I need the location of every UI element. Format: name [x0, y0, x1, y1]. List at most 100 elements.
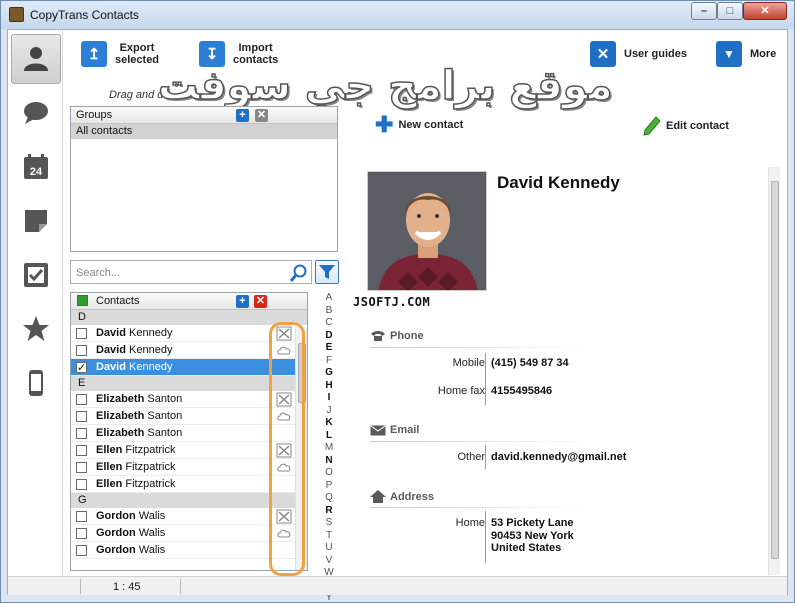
app-window: CopyTrans Contacts – □ ✕ 24 ↥ Export sel… — [0, 0, 795, 603]
plus-icon: ✚ — [375, 112, 394, 137]
star-icon — [23, 316, 49, 341]
alpha-index-letter[interactable]: I — [321, 392, 337, 405]
contact-last-name: Walis — [138, 510, 166, 522]
nav-calendar[interactable]: 24 — [11, 142, 61, 192]
edit-contact-label: Edit contact — [666, 120, 729, 132]
contact-first-name: Gordon — [96, 510, 136, 522]
contact-checkbox[interactable] — [76, 428, 87, 439]
search-icon[interactable] — [289, 263, 309, 283]
nav-contacts[interactable] — [11, 34, 61, 84]
detail-scrollbar[interactable] — [768, 167, 780, 575]
checkbox-task-icon — [24, 263, 48, 287]
maximize-button[interactable]: □ — [717, 2, 743, 20]
app-icon — [9, 7, 24, 22]
contact-first-name: Gordon — [96, 544, 136, 556]
contact-checkbox[interactable] — [76, 445, 87, 456]
detail-scroll-thumb[interactable] — [771, 181, 779, 559]
status-divider-1 — [80, 579, 81, 594]
delete-contact-button[interactable]: ✕ — [254, 295, 267, 308]
mobile-value: (415) 549 87 34 — [491, 357, 569, 369]
contacts-title: Contacts — [96, 295, 140, 307]
alpha-index-letter[interactable]: N — [321, 455, 337, 468]
address-section-title: Address — [370, 490, 434, 503]
email-value[interactable]: david.kennedy@gmail.net — [491, 451, 626, 464]
new-contact-button[interactable]: ✚ New contact — [375, 112, 463, 137]
contact-first-name: David — [96, 327, 126, 339]
filter-icon — [319, 265, 335, 279]
note-icon — [25, 210, 47, 232]
alpha-index-letter[interactable]: S — [321, 517, 337, 530]
address-separator — [485, 511, 486, 563]
minimize-button[interactable]: – — [691, 2, 717, 20]
edit-contact-button[interactable]: Edit contact — [643, 116, 729, 136]
alpha-index-letter[interactable]: O — [321, 467, 337, 480]
alpha-index-letter[interactable]: T — [321, 530, 337, 543]
select-all-checkbox[interactable] — [77, 295, 88, 306]
nav-tasks[interactable] — [11, 250, 61, 300]
alpha-index-letter[interactable]: R — [321, 505, 337, 518]
groups-header: Groups + ✕ — [71, 107, 337, 124]
contact-checkbox[interactable] — [76, 328, 87, 339]
drag-hint-start: Drag and d — [109, 89, 164, 101]
contact-first-name: David — [96, 344, 126, 356]
alpha-index-letter[interactable]: V — [321, 555, 337, 568]
add-group-button[interactable]: + — [236, 109, 249, 122]
alpha-index-letter[interactable]: H — [321, 380, 337, 393]
alpha-index-letter[interactable]: U — [321, 542, 337, 555]
alpha-index-letter[interactable]: J — [321, 405, 337, 418]
contact-checkbox[interactable] — [76, 545, 87, 556]
group-item-all-contacts[interactable]: All contacts — [71, 124, 337, 139]
phone-title-text: Phone — [390, 330, 424, 342]
filter-button[interactable] — [315, 260, 339, 284]
contact-name: David Kennedy — [497, 173, 620, 192]
more-label: More — [750, 48, 777, 60]
contact-checkbox[interactable] — [76, 360, 87, 377]
contact-checkbox[interactable] — [76, 511, 87, 522]
search-box[interactable]: Search... — [70, 260, 312, 284]
nav-messages[interactable] — [11, 88, 61, 138]
delete-group-button[interactable]: ✕ — [255, 109, 268, 122]
fax-label: Home fax — [437, 385, 485, 397]
pencil-icon — [643, 116, 661, 136]
client-area: 24 ↥ Export selected ↧ Import contacts ✕… — [7, 29, 788, 603]
alpha-index-letter[interactable]: G — [321, 367, 337, 380]
export-label-line1: Export — [119, 42, 155, 54]
alpha-index-letter[interactable]: P — [321, 480, 337, 493]
alpha-index-letter[interactable]: F — [321, 355, 337, 368]
alpha-index-letter[interactable]: C — [321, 317, 337, 330]
user-guides-label: User guides — [624, 48, 687, 60]
contact-checkbox[interactable] — [76, 528, 87, 539]
contact-first-name: Ellen — [96, 461, 123, 473]
contact-checkbox[interactable] — [76, 479, 87, 490]
search-input[interactable]: Search... — [76, 267, 120, 279]
contact-checkbox[interactable] — [76, 462, 87, 473]
contact-first-name: Elizabeth — [96, 410, 145, 422]
alpha-index-letter[interactable]: M — [321, 442, 337, 455]
alpha-index-letter[interactable]: D — [321, 330, 337, 343]
more-button[interactable]: ▼ More — [716, 41, 776, 67]
add-contact-button[interactable]: + — [236, 295, 249, 308]
alpha-index-letter[interactable]: B — [321, 305, 337, 318]
export-selected-button[interactable]: ↥ Export selected — [81, 41, 159, 67]
contact-checkbox[interactable] — [76, 394, 87, 405]
alpha-index-letter[interactable]: A — [321, 292, 337, 305]
contact-first-name: Ellen — [96, 444, 123, 456]
alpha-index-letter[interactable]: K — [321, 417, 337, 430]
alpha-index-letter[interactable]: Q — [321, 492, 337, 505]
phone-device-icon — [29, 370, 43, 396]
nav-favorites[interactable] — [11, 304, 61, 354]
phone-divider — [370, 347, 600, 348]
contact-checkbox[interactable] — [76, 411, 87, 422]
alpha-index-letter[interactable]: L — [321, 430, 337, 443]
fax-value: 4155495846 — [491, 385, 553, 397]
export-icon: ↥ — [81, 41, 107, 67]
nav-notes[interactable] — [11, 196, 61, 246]
contact-checkbox[interactable] — [76, 345, 87, 356]
contact-first-name: David — [96, 361, 126, 373]
alpha-index-letter[interactable]: E — [321, 342, 337, 355]
close-button[interactable]: ✕ — [743, 2, 787, 20]
export-label: Export selected — [115, 42, 159, 66]
address-value: 53 Pickety Lane 90453 New York United St… — [491, 517, 574, 555]
nav-device[interactable] — [11, 358, 61, 408]
mobile-label: Mobile — [452, 357, 485, 369]
